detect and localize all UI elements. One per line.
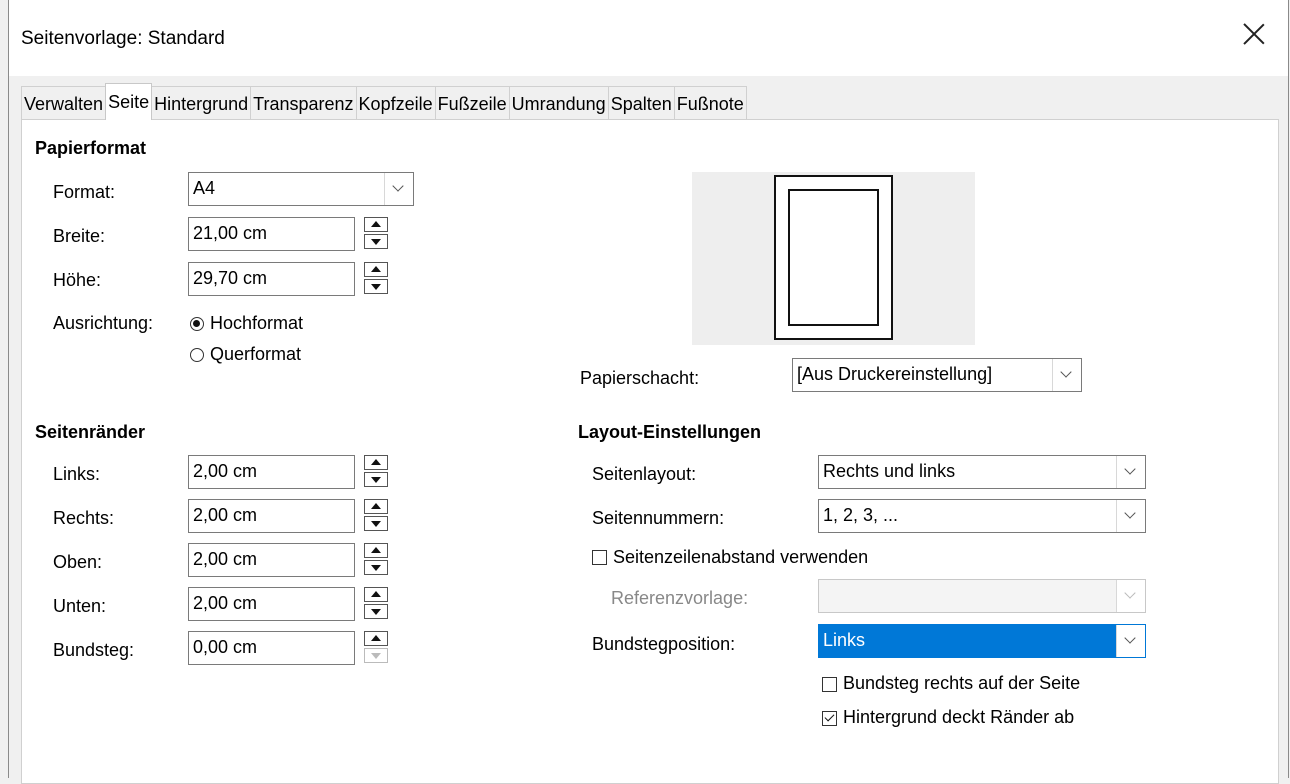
chevron-down-icon	[1116, 580, 1145, 612]
page-preview-sheet	[774, 175, 893, 340]
spin-up-icon[interactable]	[364, 217, 388, 232]
seitenlayout-select[interactable]: Rechts und links	[818, 455, 1146, 489]
seitenlayout-label: Seitenlayout:	[592, 464, 697, 484]
hintergrund-checkbox[interactable]	[822, 711, 837, 726]
dialog-title: Seitenvorlage: Standard	[21, 28, 225, 49]
spin-down-icon[interactable]	[364, 279, 388, 294]
chevron-down-icon[interactable]	[1052, 359, 1081, 391]
chevron-down-icon[interactable]	[1116, 625, 1145, 657]
tab-kopfzeile[interactable]: Kopfzeile	[355, 86, 436, 120]
seitenraender-heading: Seitenränder	[35, 422, 146, 442]
spin-down-icon[interactable]	[364, 234, 388, 249]
format-value: A4	[193, 178, 216, 198]
spin-up-icon[interactable]	[364, 262, 388, 277]
breite-value: 21,00 cm	[193, 223, 268, 243]
papierschacht-label: Papierschacht:	[580, 368, 700, 388]
hoehe-label: Höhe:	[53, 270, 102, 290]
spin-up-icon[interactable]	[364, 587, 388, 602]
bundstegposition-select[interactable]: Links	[818, 624, 1146, 658]
hoehe-spinner[interactable]	[364, 262, 390, 296]
format-select[interactable]: A4	[188, 172, 414, 206]
unten-label: Unten:	[53, 596, 107, 616]
papierschacht-select[interactable]: [Aus Druckereinstellung]	[792, 358, 1082, 392]
seitennummern-select[interactable]: 1, 2, 3, ...	[818, 499, 1146, 533]
seitenlayout-value: Rechts und links	[823, 461, 956, 481]
unten-spinner[interactable]	[364, 587, 390, 621]
papierformat-heading: Papierformat	[35, 138, 147, 158]
rechts-field[interactable]: 2,00 cm	[188, 499, 355, 533]
unten-field[interactable]: 2,00 cm	[188, 587, 355, 621]
oben-field[interactable]: 2,00 cm	[188, 543, 355, 577]
chevron-down-icon[interactable]	[1116, 456, 1145, 488]
breite-field[interactable]: 21,00 cm	[188, 217, 355, 251]
tab-fussnote[interactable]: Fußnote	[673, 86, 747, 120]
breite-spinner[interactable]	[364, 217, 390, 251]
hochformat-label[interactable]: Hochformat	[210, 313, 303, 334]
bundstegposition-label: Bundstegposition:	[592, 634, 736, 654]
close-icon[interactable]	[1242, 22, 1266, 46]
zeilenabstand-checkbox[interactable]	[592, 550, 607, 565]
spin-up-icon[interactable]	[364, 455, 388, 470]
referenz-select	[818, 579, 1146, 613]
tab-spalten[interactable]: Spalten	[607, 86, 675, 120]
bundstegposition-value: Links	[823, 630, 866, 650]
bundsteg-spinner[interactable]	[364, 631, 390, 665]
spin-down-icon	[364, 648, 388, 663]
page-style-dialog: Seitenvorlage: Standard Verwalten Seite …	[8, 0, 1289, 784]
spin-up-icon[interactable]	[364, 499, 388, 514]
oben-value: 2,00 cm	[193, 549, 258, 569]
spin-down-icon[interactable]	[364, 560, 388, 575]
tab-fusszeile[interactable]: Fußzeile	[434, 86, 510, 120]
hintergrund-label[interactable]: Hintergrund deckt Ränder ab	[843, 707, 1074, 728]
tab-bar: Verwalten Seite Hintergrund Transparenz …	[21, 83, 747, 120]
spin-down-icon[interactable]	[364, 516, 388, 531]
hoehe-value: 29,70 cm	[193, 268, 268, 288]
ausrichtung-label: Ausrichtung:	[53, 313, 154, 333]
title-bar: Seitenvorlage: Standard	[9, 0, 1288, 76]
oben-label: Oben:	[53, 552, 103, 572]
referenz-label: Referenzvorlage:	[611, 588, 749, 608]
tab-seite[interactable]: Seite	[105, 83, 153, 120]
page-preview-margin	[788, 189, 879, 326]
hochformat-radio[interactable]	[190, 317, 204, 331]
spin-down-icon[interactable]	[364, 604, 388, 619]
links-value: 2,00 cm	[193, 461, 258, 481]
layout-heading: Layout-Einstellungen	[578, 422, 762, 442]
bundsteg-rechts-checkbox[interactable]	[822, 677, 837, 692]
tab-umrandung[interactable]: Umrandung	[508, 86, 609, 120]
unten-value: 2,00 cm	[193, 593, 258, 613]
querformat-label[interactable]: Querformat	[210, 344, 301, 365]
querformat-radio[interactable]	[190, 348, 204, 362]
seitennummern-label: Seitennummern:	[592, 508, 725, 528]
rechts-value: 2,00 cm	[193, 505, 258, 525]
chevron-down-icon[interactable]	[384, 173, 413, 205]
tab-hintergrund[interactable]: Hintergrund	[151, 86, 252, 120]
chevron-down-icon[interactable]	[1116, 500, 1145, 532]
links-field[interactable]: 2,00 cm	[188, 455, 355, 489]
spin-down-icon[interactable]	[364, 472, 388, 487]
links-label: Links:	[53, 464, 101, 484]
bundsteg-label: Bundsteg:	[53, 640, 135, 660]
tab-transparenz[interactable]: Transparenz	[250, 86, 357, 120]
format-label: Format:	[53, 182, 116, 202]
tab-verwalten[interactable]: Verwalten	[21, 86, 107, 120]
papierschacht-value: [Aus Druckereinstellung]	[797, 364, 993, 384]
zeilenabstand-label[interactable]: Seitenzeilenabstand verwenden	[613, 547, 868, 568]
oben-spinner[interactable]	[364, 543, 390, 577]
rechts-spinner[interactable]	[364, 499, 390, 533]
bundsteg-rechts-label[interactable]: Bundsteg rechts auf der Seite	[843, 673, 1080, 694]
rechts-label: Rechts:	[53, 508, 115, 528]
spin-up-icon[interactable]	[364, 631, 388, 646]
seite-panel: Papierformat Format: A4 Breite: 21,00 cm…	[21, 119, 1279, 784]
seitennummern-value: 1, 2, 3, ...	[823, 505, 899, 525]
spin-up-icon[interactable]	[364, 543, 388, 558]
breite-label: Breite:	[53, 226, 106, 246]
links-spinner[interactable]	[364, 455, 390, 489]
bundsteg-value: 0,00 cm	[193, 637, 258, 657]
bundsteg-field[interactable]: 0,00 cm	[188, 631, 355, 665]
hoehe-field[interactable]: 29,70 cm	[188, 262, 355, 296]
